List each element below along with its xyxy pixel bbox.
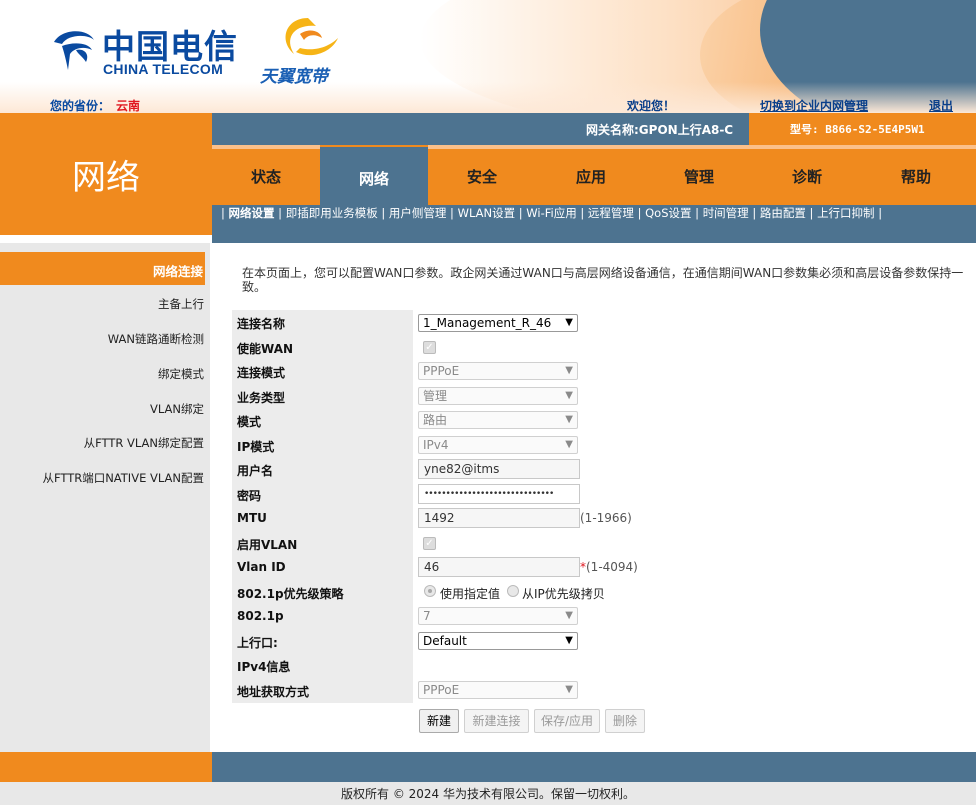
subnav-time[interactable]: 时间管理 <box>703 206 749 220</box>
mode-value: 路由 <box>423 413 448 427</box>
connection-name-value: 1_Management_R_46 <box>423 316 552 330</box>
chevron-down-icon: ▼ <box>565 635 573 646</box>
password-field[interactable]: •••••••••••••••••••••••••••••• <box>418 484 580 504</box>
mtu-range-hint: (1-1966) <box>580 511 632 525</box>
addr-method-select[interactable]: PPPoE ▼ <box>418 681 578 699</box>
label-password: 密码 <box>237 489 262 503</box>
tab-diagnosis[interactable]: 诊断 <box>753 145 861 205</box>
subnav-route[interactable]: 路由配置 <box>760 206 806 220</box>
logout-link[interactable]: 退出 <box>929 97 953 114</box>
switch-enterprise-link[interactable]: 切换到企业内网管理 <box>760 97 868 114</box>
sidebar-item-fttr-vlan[interactable]: 从FTTR VLAN绑定配置 <box>84 435 204 451</box>
subnav-user-side[interactable]: 用户侧管理 <box>389 206 447 220</box>
chevron-down-icon: ▼ <box>565 610 573 621</box>
label-vlan-id: Vlan ID <box>237 560 286 574</box>
radio-use-specified-label: 使用指定值 <box>440 587 501 601</box>
mtu-field[interactable]: 1492 <box>418 508 580 528</box>
chevron-down-icon: ▼ <box>565 365 573 376</box>
subnav-remote[interactable]: 远程管理 <box>588 206 634 220</box>
label-enable-vlan: 启用VLAN <box>237 538 298 552</box>
chevron-down-icon: ▼ <box>565 439 573 450</box>
subnav-wifi-app[interactable]: Wi-Fi应用 <box>526 206 576 220</box>
subnav-uplink-suppress[interactable]: 上行口抑制 <box>817 206 875 220</box>
subnav-qos[interactable]: QoS设置 <box>645 206 691 220</box>
label-conn-mode: 连接模式 <box>237 366 286 380</box>
uplink-value: Default <box>423 634 467 648</box>
page-title: 网络 <box>72 158 140 198</box>
service-type-select[interactable]: 管理 ▼ <box>418 387 578 405</box>
content-top-strip <box>212 235 976 243</box>
copyright-text: 版权所有 © 2024 华为技术有限公司。保留一切权利。 <box>341 787 635 801</box>
service-type-value: 管理 <box>423 389 448 403</box>
chevron-down-icon: ▼ <box>565 684 573 695</box>
delete-button[interactable]: 删除 <box>605 709 645 733</box>
mode-select[interactable]: 路由 ▼ <box>418 411 578 429</box>
conn-mode-select[interactable]: PPPoE ▼ <box>418 362 578 380</box>
sidebar-border <box>210 243 212 752</box>
label-username: 用户名 <box>237 464 274 478</box>
label-ip-mode: IP模式 <box>237 440 275 454</box>
sub-brand-text: 天翼宽带 <box>260 67 328 87</box>
label-enable-wan: 使能WAN <box>237 342 294 356</box>
footer-right-bar <box>212 752 976 782</box>
tab-network[interactable]: 网络 <box>320 145 428 207</box>
enable-vlan-checkbox[interactable]: ✓ <box>423 537 436 550</box>
page-description: 在本页面上，您可以配置WAN口参数。政企网关通过WAN口与高层网络设备通信，在通… <box>242 266 964 294</box>
sidebar-item-wan-detection[interactable]: WAN链路通断检测 <box>108 331 204 347</box>
ip-mode-value: IPv4 <box>423 438 449 452</box>
ip-mode-select[interactable]: IPv4 ▼ <box>418 436 578 454</box>
province-value: 云南 <box>116 99 141 113</box>
sidebar-item-fttr-native-vlan[interactable]: 从FTTR端口NATIVE VLAN配置 <box>42 470 204 486</box>
brand-name-en: CHINA TELECOM <box>103 61 224 77</box>
8021p-value: 7 <box>423 609 431 623</box>
new-button[interactable]: 新建 <box>419 709 459 733</box>
vlan-range-hint: (1-4094) <box>586 560 638 574</box>
subnav-network-settings[interactable]: 网络设置 <box>229 206 275 220</box>
uplink-select[interactable]: Default ▼ <box>418 632 578 650</box>
connection-name-select[interactable]: 1_Management_R_46 ▼ <box>418 314 578 332</box>
radio-use-specified[interactable] <box>424 585 436 597</box>
chevron-down-icon: ▼ <box>565 390 573 401</box>
radio-copy-ip-priority[interactable] <box>507 585 519 597</box>
enable-wan-checkbox[interactable]: ✓ <box>423 341 436 354</box>
label-ipv4-info: IPv4信息 <box>237 660 291 674</box>
tab-management[interactable]: 管理 <box>645 145 753 205</box>
new-connection-button[interactable]: 新建连接 <box>464 709 529 733</box>
footer-left-bar <box>0 752 212 782</box>
subnav-wlan[interactable]: WLAN设置 <box>458 206 516 220</box>
gateway-name: 网关名称:GPON上行A8-C <box>586 123 734 137</box>
chevron-down-icon: ▼ <box>565 414 573 425</box>
sidebar-item-active-standby[interactable]: 主备上行 <box>158 296 204 312</box>
label-uplink: 上行口: <box>237 636 278 650</box>
addr-method-value: PPPoE <box>423 683 460 697</box>
tab-application[interactable]: 应用 <box>537 145 645 205</box>
radio-copy-ip-priority-label: 从IP优先级拷贝 <box>522 587 605 601</box>
sidebar-item-bind-mode[interactable]: 绑定模式 <box>158 366 204 382</box>
save-apply-button[interactable]: 保存/应用 <box>534 709 600 733</box>
8021p-select[interactable]: 7 ▼ <box>418 607 578 625</box>
sub-nav-links: | 网络设置 | 即插即用业务模板 | 用户侧管理 | WLAN设置 | Wi-… <box>221 206 883 220</box>
welcome-text: 欢迎您！ <box>627 99 676 113</box>
label-mode: 模式 <box>237 415 262 429</box>
username-field[interactable]: yne82@itms <box>418 459 580 479</box>
sidebar-item-vlan-bind[interactable]: VLAN绑定 <box>150 401 204 417</box>
tab-status[interactable]: 状态 <box>212 145 320 205</box>
vlan-id-field[interactable]: 46 <box>418 557 580 577</box>
tab-help[interactable]: 帮助 <box>862 145 970 205</box>
label-mtu: MTU <box>237 511 267 525</box>
sidebar-gap <box>0 235 212 243</box>
model-number: 型号: B866-S2-5E4P5W1 <box>790 123 925 136</box>
chevron-down-icon: ▼ <box>565 317 573 328</box>
sidebar <box>0 243 210 752</box>
label-addr-method: 地址获取方式 <box>237 685 310 699</box>
label-service-type: 业务类型 <box>237 391 286 405</box>
label-connection-name: 连接名称 <box>237 317 286 331</box>
label-priority-policy: 802.1p优先级策略 <box>237 587 344 601</box>
label-8021p: 802.1p <box>237 609 284 623</box>
tab-security[interactable]: 安全 <box>428 145 536 205</box>
subnav-plug-and-play[interactable]: 即插即用业务模板 <box>286 206 378 220</box>
conn-mode-value: PPPoE <box>423 364 460 378</box>
sidebar-item-network-connection[interactable]: 网络连接 <box>0 261 203 280</box>
province-label: 您的省份： <box>50 99 111 113</box>
